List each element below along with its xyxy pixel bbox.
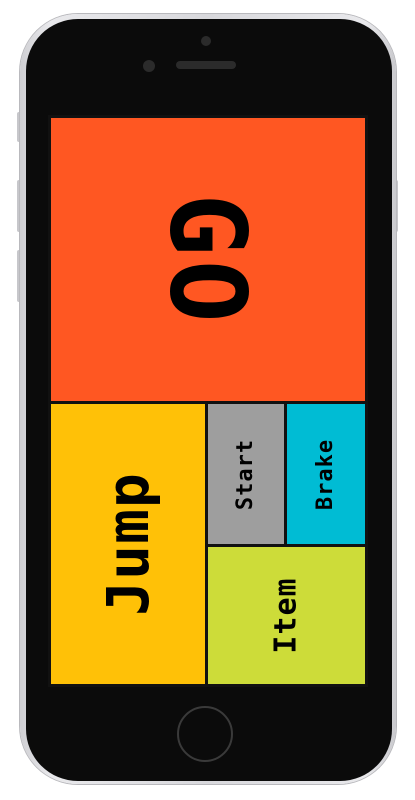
item-label: Item xyxy=(269,577,304,654)
brake-label: Brake xyxy=(313,438,339,510)
speaker-icon xyxy=(176,61,236,69)
home-button-icon[interactable] xyxy=(177,706,233,762)
start-label: Start xyxy=(233,438,259,510)
camera-icon xyxy=(201,36,211,46)
item-button[interactable]: Item xyxy=(205,544,368,687)
start-button[interactable]: Start xyxy=(205,401,287,547)
go-button[interactable]: GO xyxy=(48,115,368,404)
game-controller-screen: GO Jump Start Brake Item xyxy=(48,115,368,687)
jump-button[interactable]: Jump xyxy=(48,401,208,687)
sensor-icon xyxy=(143,60,155,72)
jump-label: Jump xyxy=(94,472,162,616)
brake-button[interactable]: Brake xyxy=(284,401,368,547)
go-label: GO xyxy=(146,192,269,327)
